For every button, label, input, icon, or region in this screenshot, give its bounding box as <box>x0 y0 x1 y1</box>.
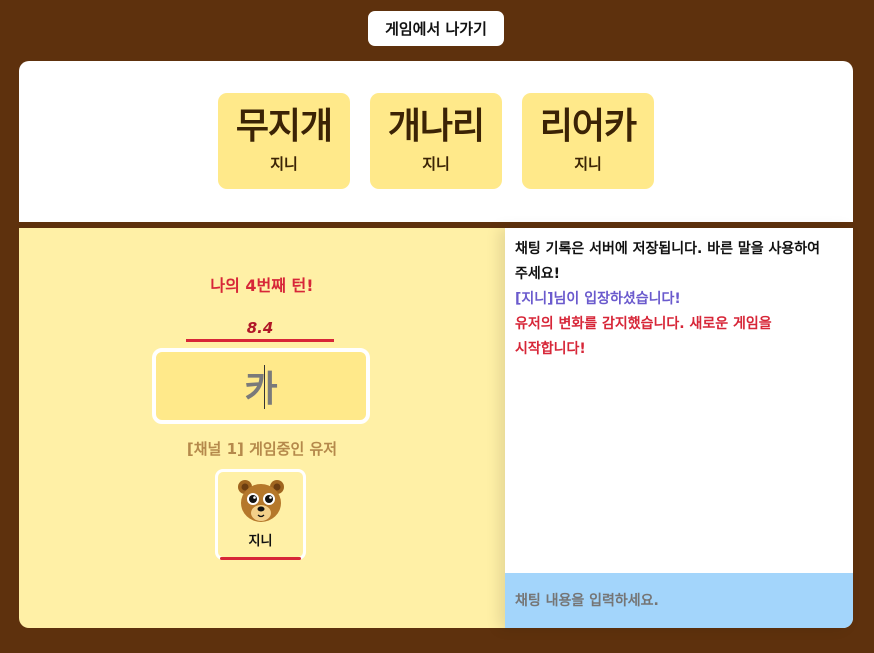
word-text: 무지개 <box>235 106 333 147</box>
word-input-value: 카 <box>244 369 278 410</box>
word-chain-panel: 무지개 지니 개나리 지니 리어카 지니 <box>19 61 853 222</box>
user-name: 지니 <box>248 534 273 549</box>
word-text: 리어카 <box>539 106 637 147</box>
chat-message: 채팅 기록은 서버에 저장됩니다. 바른 말을 사용하여 주세요! <box>515 241 821 282</box>
chat-panel: 채팅 기록은 서버에 저장됩니다. 바른 말을 사용하여 주세요! [지니]님이 … <box>505 228 853 628</box>
chat-message: [지니]님이 입장하셨습니다! <box>515 291 681 307</box>
word-input[interactable]: 카 <box>152 348 370 424</box>
text-caret <box>264 365 265 409</box>
word-player-name: 지니 <box>422 155 450 173</box>
chat-message: 유저의 변화를 감지했습니다. 새로운 게임을 시작합니다! <box>515 316 772 357</box>
word-card: 무지개 지니 <box>218 93 350 189</box>
turn-timer: 8.4 <box>246 319 274 337</box>
game-panel: 나의 4번째 턴! 8.4 카 [채널 1] 게임중인 유저 지니 <box>19 228 505 628</box>
turn-indicator: 나의 4번째 턴! <box>210 276 314 295</box>
bear-icon <box>238 480 284 522</box>
chat-log: 채팅 기록은 서버에 저장됩니다. 바른 말을 사용하여 주세요! [지니]님이 … <box>505 228 853 362</box>
word-player-name: 지니 <box>574 155 602 173</box>
word-card: 개나리 지니 <box>370 93 502 189</box>
channel-users-label: [채널 1] 게임중인 유저 <box>186 440 338 458</box>
active-user-indicator <box>220 557 301 560</box>
timer-bar <box>186 339 334 342</box>
user-card[interactable]: 지니 <box>215 469 306 560</box>
exit-game-button[interactable]: 게임에서 나가기 <box>368 11 504 46</box>
word-card: 리어카 지니 <box>522 93 654 189</box>
chat-input[interactable] <box>505 573 853 628</box>
word-text: 개나리 <box>387 106 485 147</box>
word-player-name: 지니 <box>270 155 298 173</box>
